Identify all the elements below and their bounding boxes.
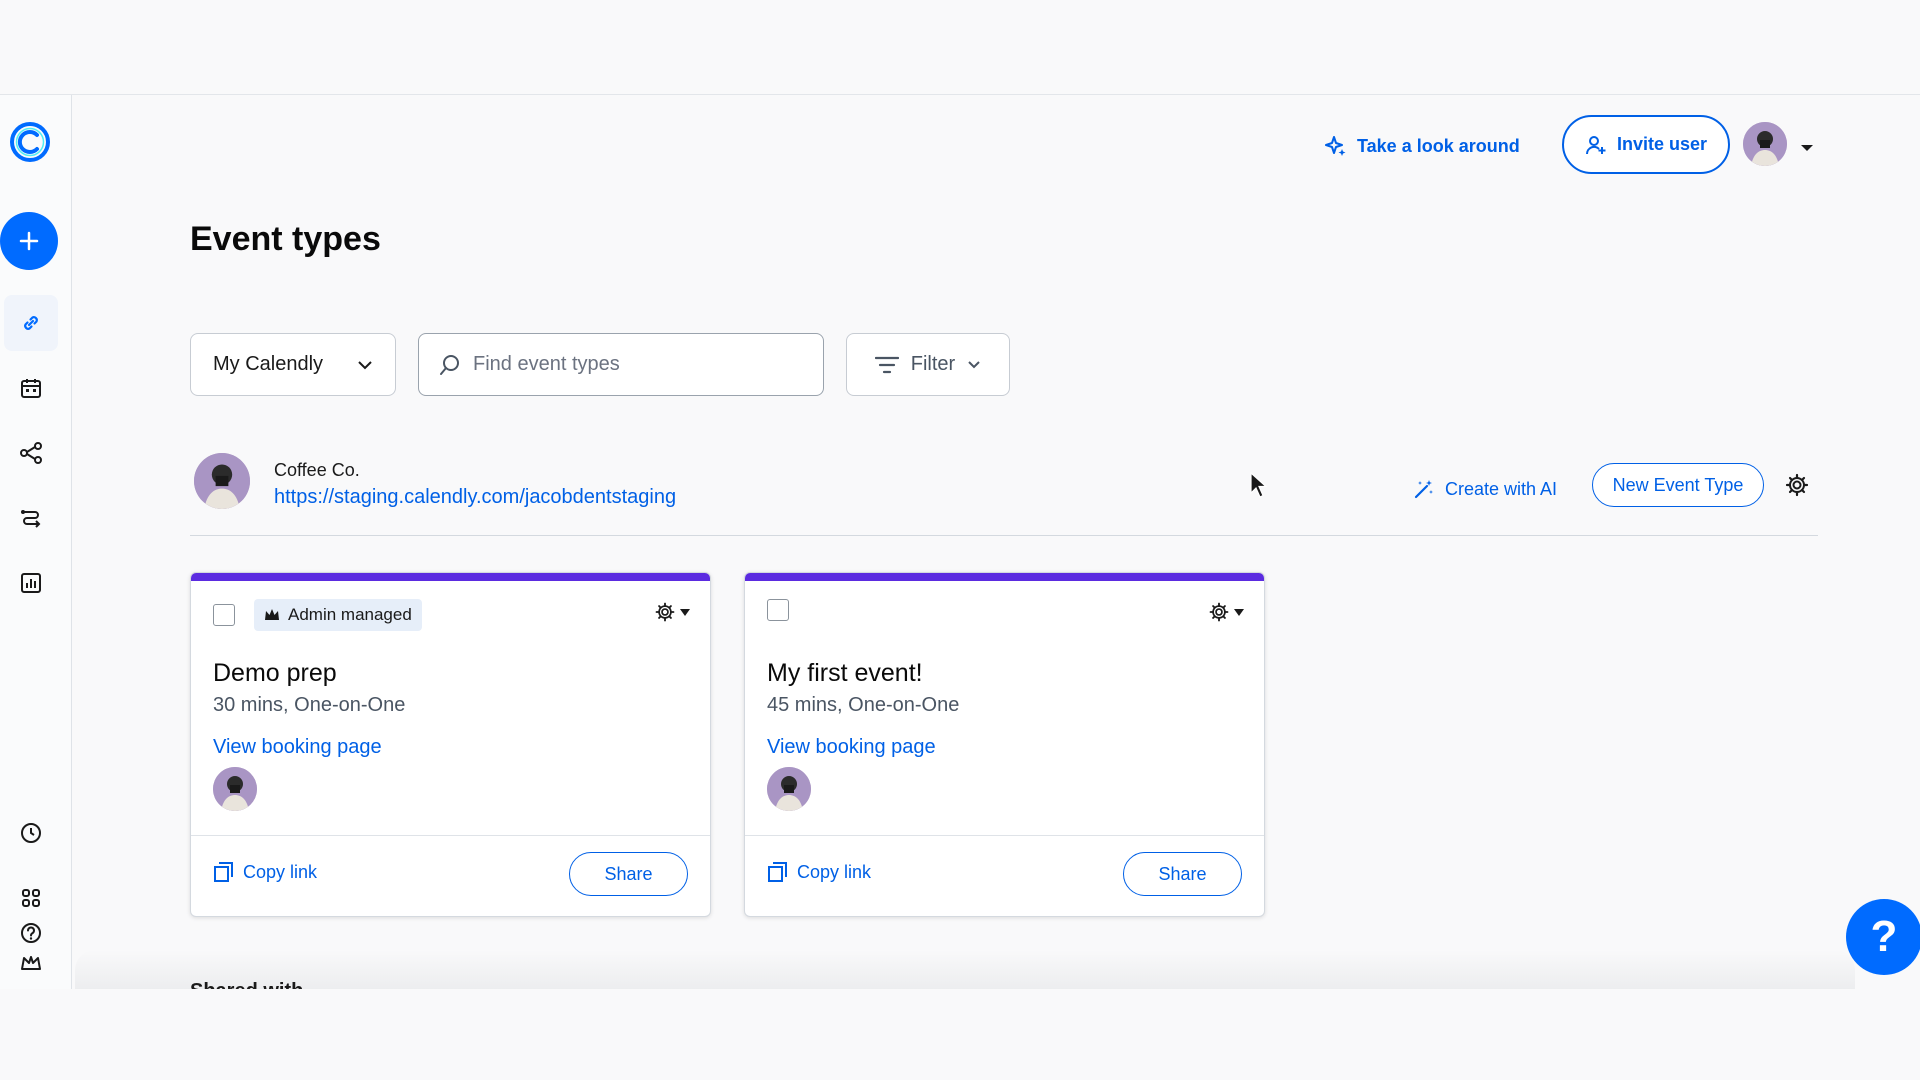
sidebar-item-help[interactable] (4, 905, 58, 961)
new-event-type-button[interactable]: New Event Type (1592, 463, 1764, 507)
sidebar-item-scheduling[interactable] (4, 295, 58, 351)
user-photo-icon (213, 767, 257, 811)
owner-avatar (194, 453, 250, 509)
card-title: My first event! (767, 659, 923, 687)
crown-icon (265, 609, 279, 620)
browser-bottom-area (0, 989, 1920, 1080)
shared-section-heading: Shared with (190, 980, 303, 989)
search-field[interactable] (418, 333, 824, 396)
search-icon (440, 354, 459, 375)
sidebar-item-routing[interactable] (4, 490, 58, 546)
calendar-select-value: My Calendly (213, 353, 324, 375)
copy-icon (768, 862, 787, 882)
magic-wand-icon (1414, 480, 1433, 499)
card-footer: Copy link Share (745, 835, 1264, 916)
copy-link-button[interactable]: Copy link (767, 861, 871, 883)
card-meta: 45 mins, One-on-One (767, 694, 960, 716)
workflow-icon (20, 442, 42, 464)
chevron-down-icon (358, 360, 372, 369)
user-photo-icon (767, 767, 811, 811)
card-color-strip (191, 573, 710, 581)
owner-name: Coffee Co. (274, 460, 360, 480)
caret-down-icon (1234, 608, 1244, 616)
card-title: Demo prep (213, 659, 337, 687)
take-look-around-link[interactable]: Take a look around (1325, 131, 1520, 161)
card-footer: Copy link Share (191, 835, 710, 916)
take-look-around-label: Take a look around (1357, 135, 1520, 156)
chevron-down-icon (968, 361, 980, 369)
link-icon (24, 316, 38, 330)
calendar-icon (21, 379, 41, 398)
owner-booking-link[interactable]: https://staging.calendly.com/jacobdentst… (274, 486, 676, 509)
sidebar-item-availability[interactable] (4, 805, 58, 861)
invite-user-button[interactable]: Invite user (1562, 115, 1730, 174)
gear-icon[interactable] (1784, 472, 1810, 498)
calendar-select[interactable]: My Calendly (190, 333, 396, 396)
plus-icon (19, 231, 39, 251)
view-booking-page-link[interactable]: View booking page (767, 736, 936, 759)
filter-icon (874, 356, 899, 373)
calendly-logo-icon[interactable] (9, 121, 51, 163)
analytics-icon (21, 573, 41, 593)
card-checkbox[interactable] (213, 604, 235, 626)
event-card-my-first-event[interactable]: My first event! 45 mins, One-on-One View… (744, 572, 1265, 917)
owner-row: Coffee Co. https://staging.calendly.com/… (190, 448, 1818, 536)
sidebar-item-analytics[interactable] (4, 555, 58, 611)
gear-icon (655, 602, 675, 622)
page-title: Event types (190, 220, 381, 258)
scroll-fade-overlay (75, 950, 1855, 989)
share-button[interactable]: Share (569, 852, 688, 896)
caret-down-icon (680, 608, 690, 616)
admin-managed-badge: Admin managed (254, 599, 422, 631)
sidebar-item-meetings[interactable] (4, 360, 58, 416)
help-question-icon: ? (1870, 912, 1898, 961)
copy-icon (214, 862, 233, 882)
account-avatar[interactable] (1743, 122, 1787, 166)
filter-button[interactable]: Filter (846, 333, 1010, 396)
browser-top-area (0, 0, 1920, 95)
host-avatar (767, 767, 811, 811)
filter-label: Filter (910, 353, 956, 375)
create-with-ai-label: Create with AI (1445, 478, 1558, 499)
add-user-icon (1585, 135, 1606, 154)
card-settings-menu[interactable] (654, 601, 690, 623)
copy-link-label: Copy link (797, 861, 872, 882)
mouse-cursor-icon (1250, 472, 1268, 498)
card-meta: 30 mins, One-on-One (213, 694, 406, 716)
copy-link-button[interactable]: Copy link (213, 861, 317, 883)
card-color-strip (745, 573, 1264, 581)
copy-link-label: Copy link (243, 861, 318, 882)
app-frame: Take a look around Invite user Event typ… (0, 95, 1920, 989)
user-photo-icon (194, 453, 250, 509)
invite-user-label: Invite user (1616, 134, 1708, 154)
user-photo-icon (1743, 122, 1787, 166)
account-chevron-down-icon[interactable] (1800, 143, 1814, 153)
share-button[interactable]: Share (1123, 852, 1242, 896)
sidebar-item-workflows[interactable] (4, 425, 58, 481)
help-button[interactable]: ? (1846, 899, 1920, 975)
search-input[interactable] (473, 353, 793, 376)
event-card-demo-prep[interactable]: Admin managed Demo prep 30 mins, One-on-… (190, 572, 711, 917)
create-with-ai-button[interactable]: Create with AI (1413, 478, 1557, 500)
routing-icon (21, 510, 41, 528)
gear-icon (1209, 602, 1229, 622)
sparkle-icon (1325, 136, 1346, 156)
host-avatar (213, 767, 257, 811)
admin-managed-label: Admin managed (288, 605, 412, 624)
help-circle-icon (21, 923, 41, 943)
card-checkbox[interactable] (767, 599, 789, 621)
sidebar (0, 95, 72, 989)
view-booking-page-link[interactable]: View booking page (213, 736, 382, 759)
card-settings-menu[interactable] (1208, 601, 1244, 623)
create-button[interactable] (0, 212, 58, 270)
availability-clock-icon (21, 823, 41, 843)
